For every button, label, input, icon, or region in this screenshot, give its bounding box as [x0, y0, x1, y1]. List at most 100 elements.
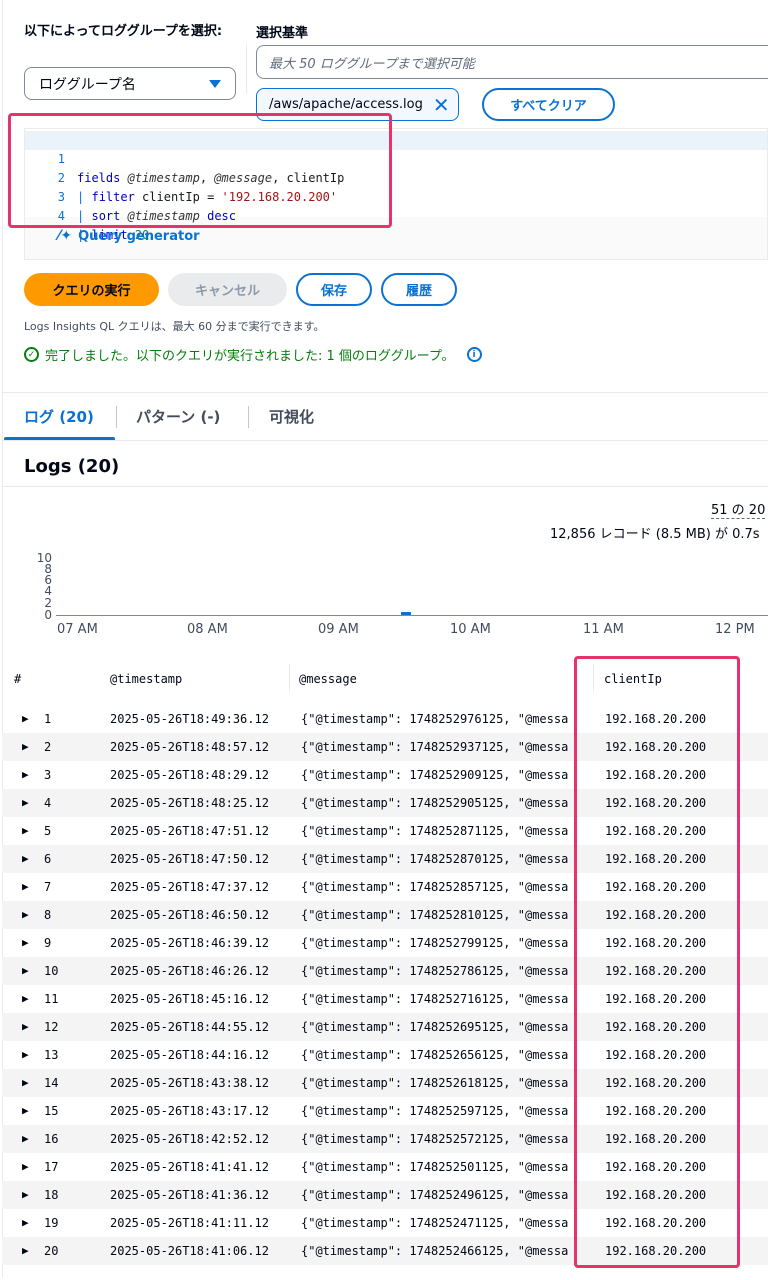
expand-arrow-icon[interactable]: ▶	[22, 712, 29, 726]
cell-timestamp: 2025-05-26T18:49:36.12	[110, 712, 269, 726]
cell-message: {"@timestamp": 1748252656125, "@messa	[301, 1048, 569, 1062]
row-index: 20	[44, 1244, 59, 1258]
x-tick: 10 AM	[450, 622, 491, 637]
check-circle-icon: ✓	[24, 347, 39, 362]
expand-arrow-icon[interactable]: ▶	[22, 824, 29, 838]
query-time-hint: Logs Insights QL クエリは、最大 60 分まで実行できます。	[24, 320, 325, 333]
x-tick: 09 AM	[318, 622, 359, 637]
cell-message: {"@timestamp": 1748252466125, "@messa	[301, 1244, 569, 1258]
column-header-index: #	[14, 672, 22, 686]
row-index: 16	[44, 1132, 59, 1146]
cell-message: {"@timestamp": 1748252810125, "@messa	[301, 908, 569, 922]
x-tick: 08 AM	[187, 622, 228, 637]
cell-message: {"@timestamp": 1748252937125, "@messa	[301, 740, 569, 754]
expand-arrow-icon[interactable]: ▶	[22, 964, 29, 978]
clear-all-button[interactable]: すべてクリア	[482, 88, 615, 121]
row-index: 6	[44, 852, 52, 866]
cell-timestamp: 2025-05-26T18:43:17.12	[110, 1104, 269, 1118]
close-icon[interactable]: ✕	[433, 95, 450, 115]
y-tick: 0	[44, 608, 52, 622]
expand-arrow-icon[interactable]: ▶	[22, 1020, 29, 1034]
cell-message: {"@timestamp": 1748252471125, "@messa	[301, 1216, 569, 1230]
cell-message: {"@timestamp": 1748252597125, "@messa	[301, 1104, 569, 1118]
x-tick: 12 PM	[715, 622, 755, 637]
cell-timestamp: 2025-05-26T18:48:29.12	[110, 768, 269, 782]
clientip-highlight-box	[574, 656, 740, 1268]
run-query-button[interactable]: クエリの実行	[24, 273, 159, 306]
expand-arrow-icon[interactable]: ▶	[22, 768, 29, 782]
row-index: 18	[44, 1188, 59, 1202]
cell-timestamp: 2025-05-26T18:46:50.12	[110, 908, 269, 922]
tab-patterns[interactable]: パターン (-)	[136, 406, 220, 427]
cell-message: {"@timestamp": 1748252496125, "@messa	[301, 1188, 569, 1202]
row-index: 7	[44, 880, 52, 894]
expand-arrow-icon[interactable]: ▶	[22, 936, 29, 950]
row-index: 3	[44, 768, 52, 782]
cell-message: {"@timestamp": 1748252976125, "@messa	[301, 712, 569, 726]
row-index: 1	[44, 712, 52, 726]
token-label: /aws/apache/access.log	[269, 97, 423, 112]
cell-message: {"@timestamp": 1748252799125, "@messa	[301, 936, 569, 950]
row-index: 19	[44, 1216, 59, 1230]
magic-wand-icon: ⁄✦	[58, 228, 73, 244]
row-index: 8	[44, 908, 52, 922]
cell-message: {"@timestamp": 1748252909125, "@messa	[301, 768, 569, 782]
cell-timestamp: 2025-05-26T18:41:41.12	[110, 1160, 269, 1174]
column-header-timestamp[interactable]: @timestamp	[110, 672, 182, 686]
dropdown-value: ロググループ名	[39, 76, 136, 93]
expand-arrow-icon[interactable]: ▶	[22, 992, 29, 1006]
cell-message: {"@timestamp": 1748252618125, "@messa	[301, 1076, 569, 1090]
save-button[interactable]: 保存	[296, 273, 372, 306]
cell-message: {"@timestamp": 1748252857125, "@messa	[301, 880, 569, 894]
row-index: 11	[44, 992, 59, 1006]
cell-timestamp: 2025-05-26T18:47:37.12	[110, 880, 269, 894]
query-generator-label: Query generator	[78, 228, 200, 244]
expand-arrow-icon[interactable]: ▶	[22, 908, 29, 922]
cell-timestamp: 2025-05-26T18:47:51.12	[110, 824, 269, 838]
tab-logs[interactable]: ログ (20)	[24, 406, 94, 427]
cell-timestamp: 2025-05-26T18:41:36.12	[110, 1188, 269, 1202]
expand-arrow-icon[interactable]: ▶	[22, 1188, 29, 1202]
expand-arrow-icon[interactable]: ▶	[22, 1048, 29, 1062]
cell-timestamp: 2025-05-26T18:48:57.12	[110, 740, 269, 754]
x-tick: 11 AM	[583, 622, 624, 637]
cell-message: {"@timestamp": 1748252501125, "@messa	[301, 1160, 569, 1174]
row-index: 15	[44, 1104, 59, 1118]
histogram-bar[interactable]	[401, 612, 411, 615]
tab-visualization[interactable]: 可視化	[269, 406, 314, 427]
history-button[interactable]: 履歴	[381, 273, 457, 306]
expand-arrow-icon[interactable]: ▶	[22, 880, 29, 894]
expand-arrow-icon[interactable]: ▶	[22, 852, 29, 866]
expand-arrow-icon[interactable]: ▶	[22, 1216, 29, 1230]
query-highlight-box	[8, 113, 392, 228]
cell-message: {"@timestamp": 1748252572125, "@messa	[301, 1132, 569, 1146]
expand-arrow-icon[interactable]: ▶	[22, 740, 29, 754]
expand-arrow-icon[interactable]: ▶	[22, 1160, 29, 1174]
x-axis-line	[56, 615, 768, 616]
cell-timestamp: 2025-05-26T18:46:26.12	[110, 964, 269, 978]
expand-arrow-icon[interactable]: ▶	[22, 1132, 29, 1146]
log-group-search-input[interactable]: 最大 50 ロググループまで選択可能	[256, 45, 768, 79]
query-generator-link[interactable]: ⁄✦ Query generator	[58, 228, 200, 244]
column-separator[interactable]	[289, 664, 290, 692]
cancel-button[interactable]: キャンセル	[168, 273, 287, 306]
expand-arrow-icon[interactable]: ▶	[22, 1076, 29, 1090]
info-icon[interactable]: i	[466, 347, 482, 362]
cell-message: {"@timestamp": 1748252786125, "@messa	[301, 964, 569, 978]
expand-arrow-icon[interactable]: ▶	[22, 1244, 29, 1258]
criteria-label: 選択基準	[256, 26, 309, 41]
row-index: 17	[44, 1160, 59, 1174]
row-index: 5	[44, 824, 52, 838]
column-header-message[interactable]: @message	[299, 672, 357, 686]
cell-timestamp: 2025-05-26T18:45:16.12	[110, 992, 269, 1006]
tab-separator	[248, 406, 249, 428]
expand-arrow-icon[interactable]: ▶	[22, 796, 29, 810]
expand-arrow-icon[interactable]: ▶	[22, 1104, 29, 1118]
status-text: 完了しました。以下のクエリが実行されました: 1 個のロググループ。	[45, 349, 455, 364]
cell-timestamp: 2025-05-26T18:44:16.12	[110, 1048, 269, 1062]
log-group-mode-dropdown[interactable]: ロググループ名	[24, 67, 236, 100]
cell-message: {"@timestamp": 1748252716125, "@messa	[301, 992, 569, 1006]
row-index: 4	[44, 796, 52, 810]
chevron-down-icon	[209, 79, 221, 88]
selector-divider	[246, 44, 247, 94]
